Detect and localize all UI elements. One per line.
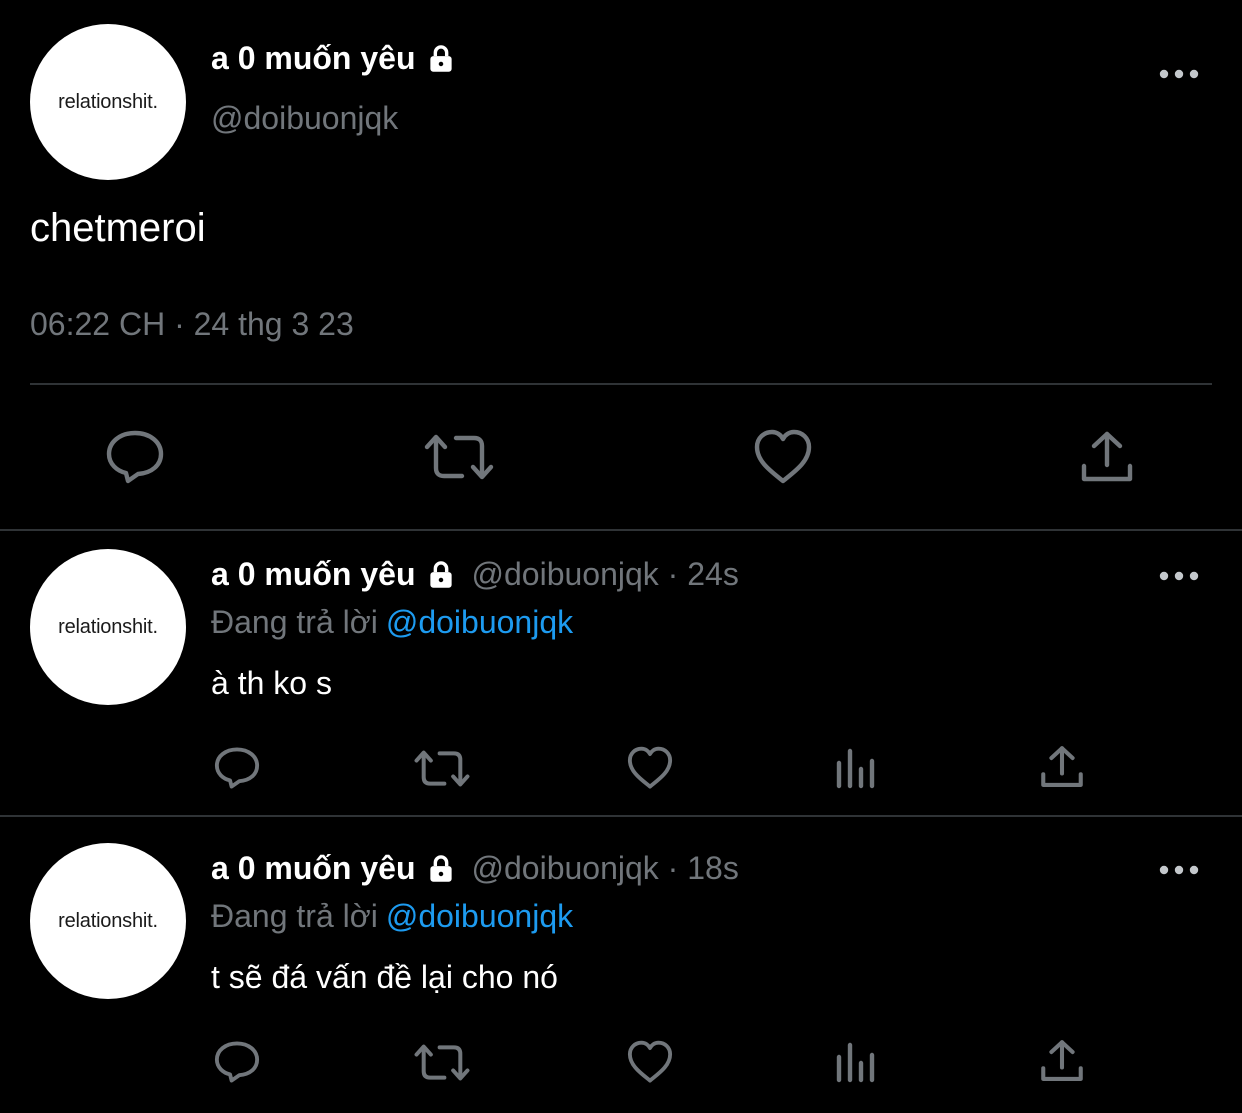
main-tweet: relationshit. a 0 muốn yêu @doibuonjqk c…	[0, 0, 1242, 530]
lock-icon	[424, 852, 458, 886]
share-icon[interactable]	[1040, 745, 1084, 789]
display-name[interactable]: a 0 muốn yêu	[211, 556, 416, 593]
display-name[interactable]: a 0 muốn yêu	[211, 850, 416, 887]
tweet-text: à th ko s	[211, 665, 332, 701]
display-name[interactable]: a 0 muốn yêu	[211, 40, 458, 77]
avatar-text: relationshit.	[58, 909, 158, 932]
display-name-text: a 0 muốn yêu	[211, 40, 416, 76]
mention-link[interactable]: @doibuonjqk	[386, 604, 573, 640]
share-icon[interactable]	[1040, 1039, 1084, 1083]
replying-label: Đang trả lời	[211, 604, 378, 640]
retweet-icon[interactable]	[414, 1041, 470, 1084]
avatar-text: relationshit.	[58, 90, 158, 113]
avatar[interactable]: relationshit.	[30, 843, 186, 999]
handle-time[interactable]: @doibuonjqk · 24s	[472, 556, 739, 593]
reply-header: a 0 muốn yêu @doibuonjqk · 18s	[211, 850, 739, 887]
reply-icon[interactable]	[104, 428, 166, 486]
avatar[interactable]: relationshit.	[30, 24, 186, 180]
reply-icon[interactable]	[213, 1039, 261, 1085]
mention-link[interactable]: @doibuonjqk	[386, 898, 573, 934]
replying-label: Đang trả lời	[211, 898, 378, 934]
retweet-icon[interactable]	[424, 430, 494, 484]
tweet-text: chetmeroi	[30, 206, 206, 250]
reply-icon[interactable]	[213, 745, 261, 791]
reply-tweet[interactable]: relationshit. a 0 muốn yêu @doibuonjqk ·…	[0, 817, 1242, 1113]
reply-tweet[interactable]: relationshit. a 0 muốn yêu @doibuonjqk ·…	[0, 531, 1242, 815]
like-icon[interactable]	[752, 428, 814, 486]
share-icon[interactable]	[1080, 430, 1134, 484]
like-icon[interactable]	[626, 745, 674, 791]
lock-icon	[424, 558, 458, 592]
divider	[30, 383, 1212, 385]
tweet-timestamp[interactable]: 06:22 CH · 24 thg 3 23	[30, 306, 354, 343]
lock-icon	[424, 42, 458, 76]
avatar-text: relationshit.	[58, 615, 158, 638]
handle-time[interactable]: @doibuonjqk · 18s	[472, 850, 739, 887]
tweet-text: t sẽ đá vấn đề lại cho nó	[211, 959, 558, 995]
replying-to: Đang trả lời @doibuonjqk	[211, 898, 573, 935]
more-icon[interactable]	[1159, 68, 1199, 80]
views-icon[interactable]	[834, 1041, 878, 1083]
avatar[interactable]: relationshit.	[30, 549, 186, 705]
handle[interactable]: @doibuonjqk	[211, 100, 398, 137]
replying-to: Đang trả lời @doibuonjqk	[211, 604, 573, 641]
more-icon[interactable]	[1159, 570, 1199, 582]
retweet-icon[interactable]	[414, 747, 470, 790]
more-icon[interactable]	[1159, 864, 1199, 876]
reply-header: a 0 muốn yêu @doibuonjqk · 24s	[211, 556, 739, 593]
views-icon[interactable]	[834, 747, 878, 789]
like-icon[interactable]	[626, 1039, 674, 1085]
